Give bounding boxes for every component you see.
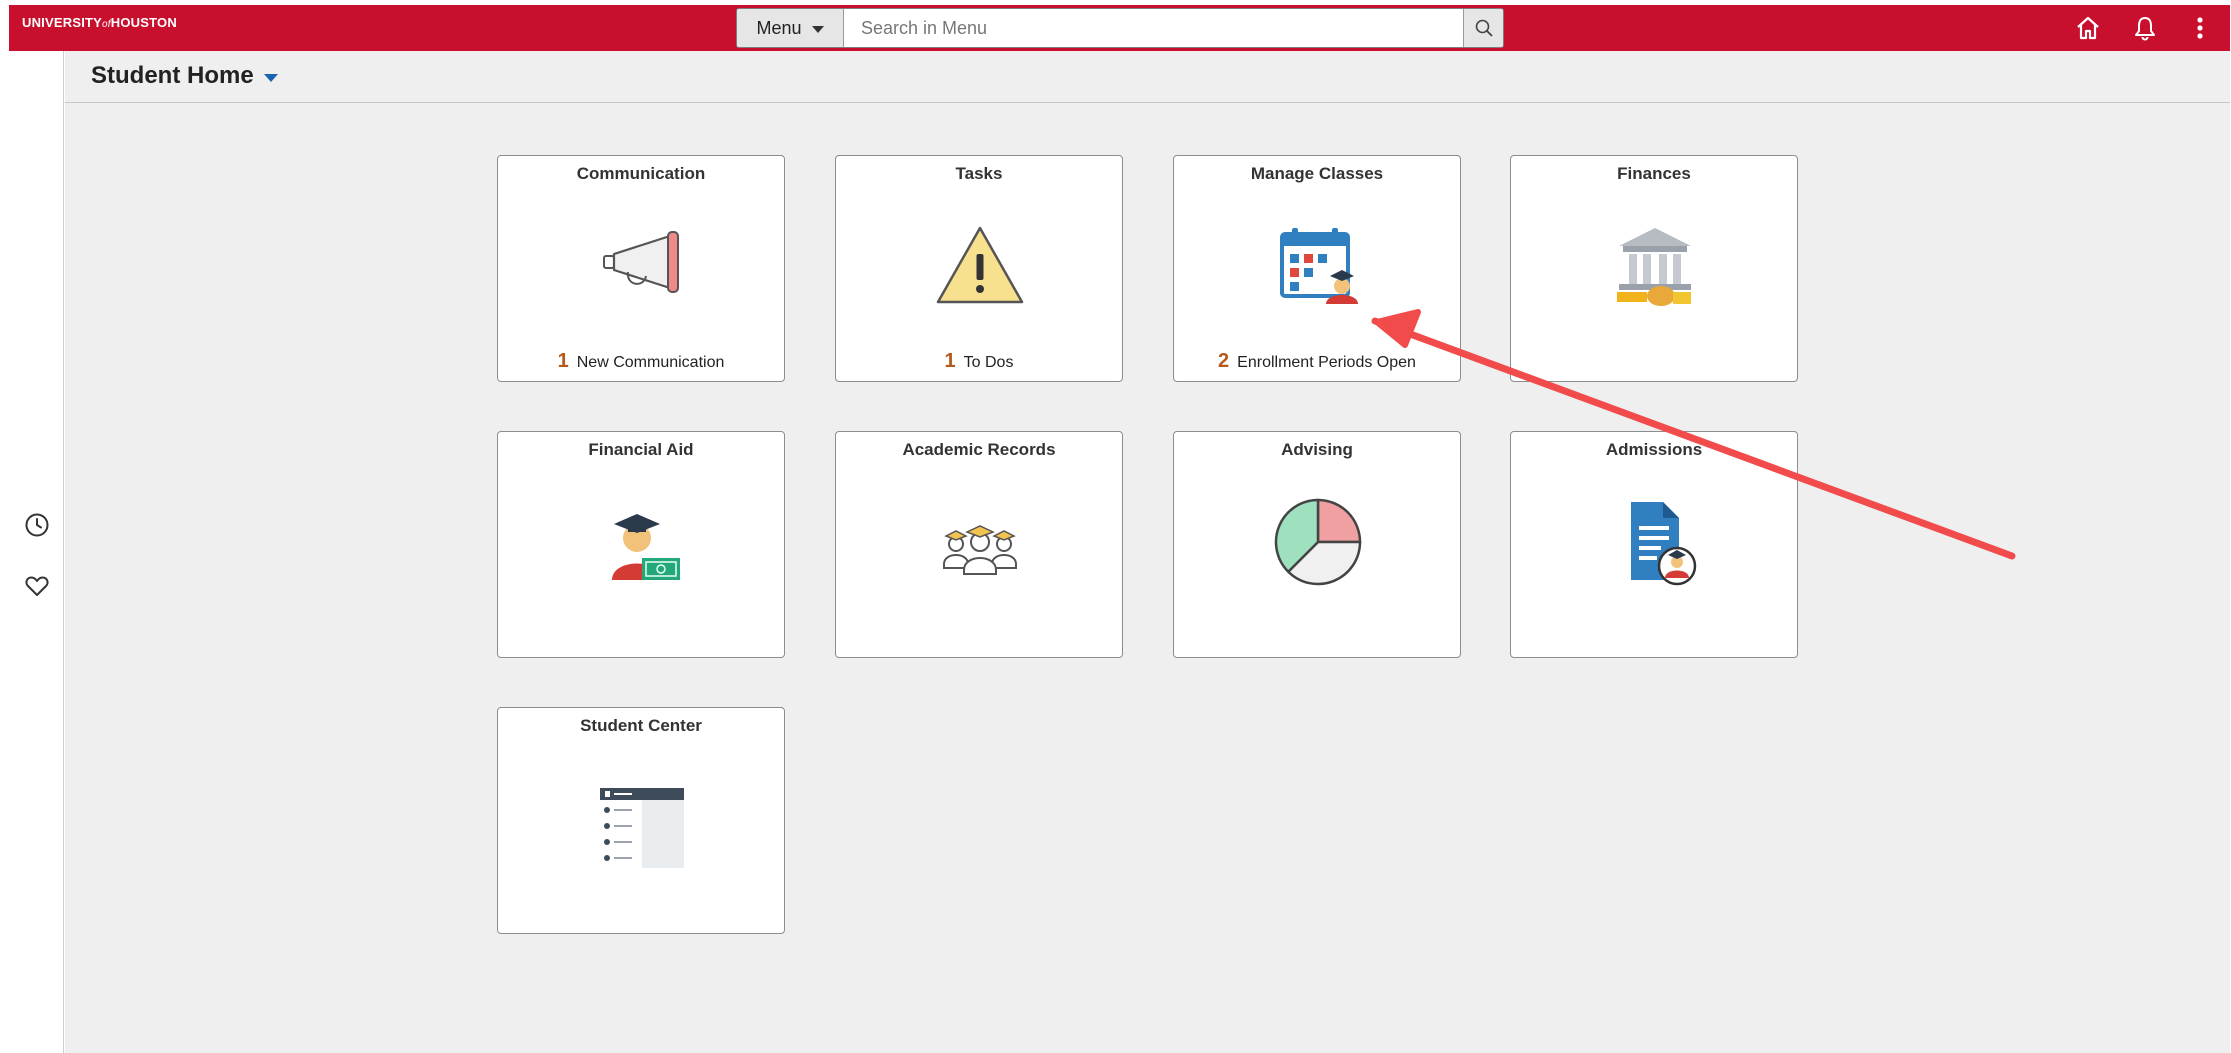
tile-footer: 2 Enrollment Periods Open [1174,350,1460,373]
chevron-down-icon [263,74,278,82]
tile-title: Admissions [1605,440,1703,459]
more-actions-button[interactable] [2183,11,2217,45]
menu-dropdown-button[interactable]: Menu [737,9,844,47]
tile-title: Communication [576,164,706,183]
tile-footer: 1 New Communication [498,350,784,373]
calendar-student-icon [1280,228,1358,304]
graduate-money-icon [612,514,680,580]
dashboard-icon [600,788,684,868]
search-button[interactable] [1463,9,1503,47]
tile-title: Academic Records [902,440,1056,459]
heart-icon [25,576,49,596]
top-bar: UNIVERSITYofHOUSTON Menu [9,5,2230,51]
tile-admissions[interactable]: Admissions [1510,431,1798,658]
home-icon [2077,16,2099,40]
page-header: Student Home [65,51,2230,103]
tile-title: Financial Aid [588,440,694,459]
tile-tasks[interactable]: Tasks 1 To Dos [835,155,1123,382]
tile-title: Advising [1281,440,1353,459]
chevron-down-icon [811,25,824,33]
graduates-group-icon [943,525,1017,575]
annotation-arrow [1371,309,2016,560]
tile-count: 2 [1218,350,1230,372]
megaphone-icon [603,231,679,293]
notifications-button[interactable] [2128,11,2162,45]
tile-financial-aid[interactable]: Financial Aid [497,431,785,658]
tile-footer: 1 To Dos [836,350,1122,373]
main-content: Student Home Communication 1 New Communi… [65,51,2230,1053]
favorites-button[interactable] [21,570,53,602]
page-title: Student Home [91,62,254,89]
tile-count: 1 [557,350,569,372]
home-button[interactable] [2071,11,2105,45]
left-sidebar [9,51,64,1053]
tile-student-center[interactable]: Student Center [497,707,785,934]
more-vertical-icon [2197,17,2203,39]
bank-icon [1617,228,1691,306]
tile-manage-classes[interactable]: Manage Classes 2 Enrollment Periods Open [1173,155,1461,382]
tile-advising[interactable]: Advising [1173,431,1461,658]
tile-count: 1 [944,350,956,372]
search-icon [1475,19,1493,37]
document-student-icon [1631,502,1697,586]
bell-icon [2135,17,2155,41]
warning-icon [936,226,1024,304]
clock-icon [25,513,49,537]
tile-title: Student Center [580,716,702,735]
tile-communication[interactable]: Communication 1 New Communication [497,155,785,382]
tile-academic-records[interactable]: Academic Records [835,431,1123,658]
tile-title: Tasks [955,164,1003,183]
university-logo[interactable]: UNIVERSITYofHOUSTON [22,15,177,30]
search-input[interactable] [845,9,1455,47]
tile-footer-label: To Dos [963,354,1014,371]
tile-title: Finances [1617,164,1691,183]
menu-label: Menu [756,17,802,38]
pie-chart-icon [1274,498,1362,586]
page-title-dropdown[interactable]: Student Home [91,62,278,90]
tile-footer-label: New Communication [576,354,725,371]
menu-search-box: Menu [736,8,1504,48]
tile-footer-label: Enrollment Periods Open [1237,354,1416,371]
tile-finances[interactable]: Finances [1510,155,1798,382]
tile-title: Manage Classes [1250,164,1384,183]
recently-visited-button[interactable] [21,509,53,541]
